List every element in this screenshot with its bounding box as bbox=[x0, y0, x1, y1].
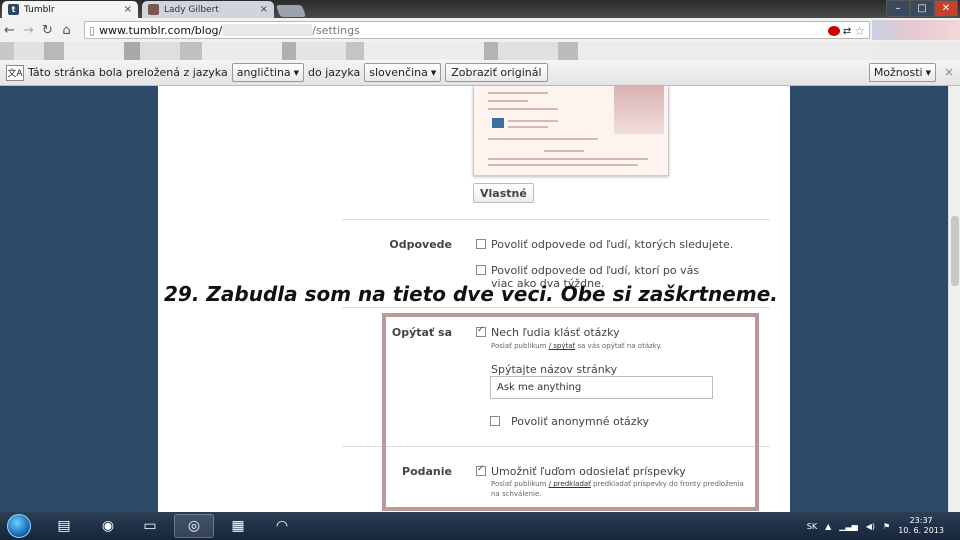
start-button[interactable] bbox=[4, 512, 34, 540]
submissions-label: Podanie bbox=[402, 465, 452, 478]
chevron-down-icon: ▼ bbox=[293, 68, 300, 77]
options-label: Možnosti bbox=[873, 66, 923, 79]
avatar-icon bbox=[148, 4, 159, 15]
replies-two-weeks-checkbox[interactable] bbox=[476, 265, 486, 275]
submit-link[interactable]: / predkladať bbox=[549, 480, 591, 488]
ask-page-title-label: Spýtajte názov stránky bbox=[491, 363, 618, 376]
close-translate-bar-icon[interactable]: × bbox=[944, 65, 954, 79]
submissions-description: Poslať publikum / predkladať predkladať … bbox=[491, 479, 751, 499]
url-redacted bbox=[222, 24, 313, 36]
tab-title: Tumblr bbox=[24, 4, 55, 15]
windows-taskbar: ▤ ◉ ▭ ◎ ▦ ◠ SK ▲ ▁▃▅ ◀) ⚑ 23:37 10. 6. 2… bbox=[0, 512, 960, 540]
ask-sub-suffix: sa vás opýtať na otázky. bbox=[577, 342, 662, 350]
ask-description: Poslať publikum / spýtať sa vás opýtať n… bbox=[491, 342, 662, 350]
scrollbar-thumb[interactable] bbox=[951, 216, 959, 286]
folder-icon[interactable]: ▭ bbox=[130, 514, 170, 538]
address-icons: ⇄ ☆ bbox=[827, 24, 865, 38]
tumblr-icon: t bbox=[8, 4, 19, 15]
paint-icon[interactable]: ▦ bbox=[218, 514, 258, 538]
options-button[interactable]: Možnosti ▼ bbox=[868, 63, 936, 82]
submissions-enable-label: Umožniť ľuďom odosielať príspevky bbox=[491, 465, 686, 478]
tab-strip: t Tumblr × Lady Gilbert × – □ ✕ bbox=[0, 0, 960, 18]
source-language-value: angličtina bbox=[236, 66, 291, 79]
language-indicator[interactable]: SK bbox=[807, 522, 817, 531]
ask-enable-label: Nech ľudia klásť otázky bbox=[491, 326, 620, 339]
translate-bar: 文A Táto stránka bola preložená z jazyka … bbox=[0, 60, 960, 86]
submit-sub-prefix: Poslať publikum bbox=[491, 480, 547, 488]
ask-enable-checkbox[interactable] bbox=[476, 325, 486, 337]
replies-followers-label: Povoliť odpovede od ľudí, ktorých sleduj… bbox=[491, 238, 734, 251]
extension-icon[interactable] bbox=[827, 26, 840, 36]
address-bar[interactable]: ▯ www.tumblr.com/blog/ /settings ⇄ ☆ bbox=[84, 21, 870, 39]
anonymous-questions-checkbox[interactable] bbox=[490, 416, 500, 426]
target-language-select[interactable]: slovenčina ▼ bbox=[364, 63, 442, 82]
url-path: /settings bbox=[312, 23, 360, 37]
divider bbox=[342, 219, 770, 220]
replies-label: Odpovede bbox=[389, 238, 452, 251]
reload-icon[interactable]: ↻ bbox=[38, 23, 57, 38]
browser-toolbar: ← → ↻ ⌂ ▯ www.tumblr.com/blog/ /settings… bbox=[0, 18, 960, 42]
clock-date: 10. 6. 2013 bbox=[898, 526, 944, 535]
divider bbox=[342, 307, 770, 308]
ask-page-title-input[interactable]: Ask me anything bbox=[490, 376, 713, 399]
custom-theme-button[interactable]: Vlastné bbox=[473, 183, 534, 203]
url-host: www.tumblr.com/blog/ bbox=[99, 23, 223, 37]
clock[interactable]: 23:37 10. 6. 2013 bbox=[898, 516, 944, 536]
target-language-value: slovenčina bbox=[369, 66, 428, 79]
replies-followers-checkbox[interactable] bbox=[476, 239, 486, 249]
back-icon[interactable]: ← bbox=[0, 23, 19, 38]
window-controls: – □ ✕ bbox=[886, 0, 958, 17]
bookmarks-bar bbox=[0, 42, 960, 60]
app-icon[interactable]: ◠ bbox=[262, 514, 302, 538]
star-icon[interactable]: ☆ bbox=[854, 24, 865, 38]
home-icon[interactable]: ⌂ bbox=[57, 23, 76, 38]
tab-tumblr[interactable]: t Tumblr × bbox=[2, 1, 138, 18]
chevron-down-icon: ▼ bbox=[925, 68, 931, 77]
page-scrollbar[interactable] bbox=[948, 86, 960, 512]
system-tray: SK ▲ ▁▃▅ ◀) ⚑ 23:37 10. 6. 2013 bbox=[807, 516, 944, 536]
submissions-enable-checkbox[interactable] bbox=[476, 464, 486, 476]
page-icon: ▯ bbox=[89, 23, 96, 37]
source-language-select[interactable]: angličtina ▼ bbox=[231, 63, 305, 82]
minimize-icon[interactable]: – bbox=[886, 0, 910, 17]
flag-icon[interactable]: ⚑ bbox=[883, 522, 890, 531]
firefox-icon[interactable]: ◉ bbox=[88, 514, 128, 538]
divider bbox=[342, 446, 770, 447]
translate-message: Táto stránka bola preložená z jazyka bbox=[28, 66, 228, 79]
theme-preview bbox=[473, 86, 669, 176]
volume-icon[interactable]: ◀) bbox=[866, 522, 875, 531]
ask-link[interactable]: / spýtať bbox=[549, 342, 576, 350]
windows-logo-icon bbox=[7, 514, 31, 538]
extensions-area bbox=[872, 20, 960, 40]
anonymous-questions-label: Povoliť anonymné otázky bbox=[511, 415, 650, 428]
close-window-icon[interactable]: ✕ bbox=[934, 0, 958, 17]
forward-icon[interactable]: → bbox=[19, 23, 38, 38]
show-original-button[interactable]: Zobraziť originál bbox=[445, 63, 548, 82]
tab-lady-gilbert[interactable]: Lady Gilbert × bbox=[142, 1, 274, 18]
show-hidden-icons-icon[interactable]: ▲ bbox=[825, 522, 831, 531]
clock-time: 23:37 bbox=[909, 516, 933, 525]
tab-title: Lady Gilbert bbox=[164, 4, 219, 15]
close-tab-icon[interactable]: × bbox=[124, 4, 132, 15]
translate-icon: 文A bbox=[6, 64, 24, 81]
chrome-icon[interactable]: ◎ bbox=[174, 514, 214, 538]
ask-sub-prefix: Poslať publikum bbox=[491, 342, 547, 350]
network-icon[interactable]: ▁▃▅ bbox=[839, 522, 857, 531]
chevron-down-icon: ▼ bbox=[430, 68, 437, 77]
close-tab-icon[interactable]: × bbox=[260, 4, 268, 15]
maximize-icon[interactable]: □ bbox=[910, 0, 934, 17]
explorer-icon[interactable]: ▤ bbox=[44, 514, 84, 538]
translate-icon[interactable]: ⇄ bbox=[843, 26, 851, 37]
ask-label: Opýtať sa bbox=[391, 326, 452, 339]
tutorial-caption: 29. Zabudla som na tieto dve veci. Obe s… bbox=[164, 282, 778, 306]
new-tab-button[interactable] bbox=[275, 5, 307, 17]
to-language-label: do jazyka bbox=[308, 66, 361, 79]
